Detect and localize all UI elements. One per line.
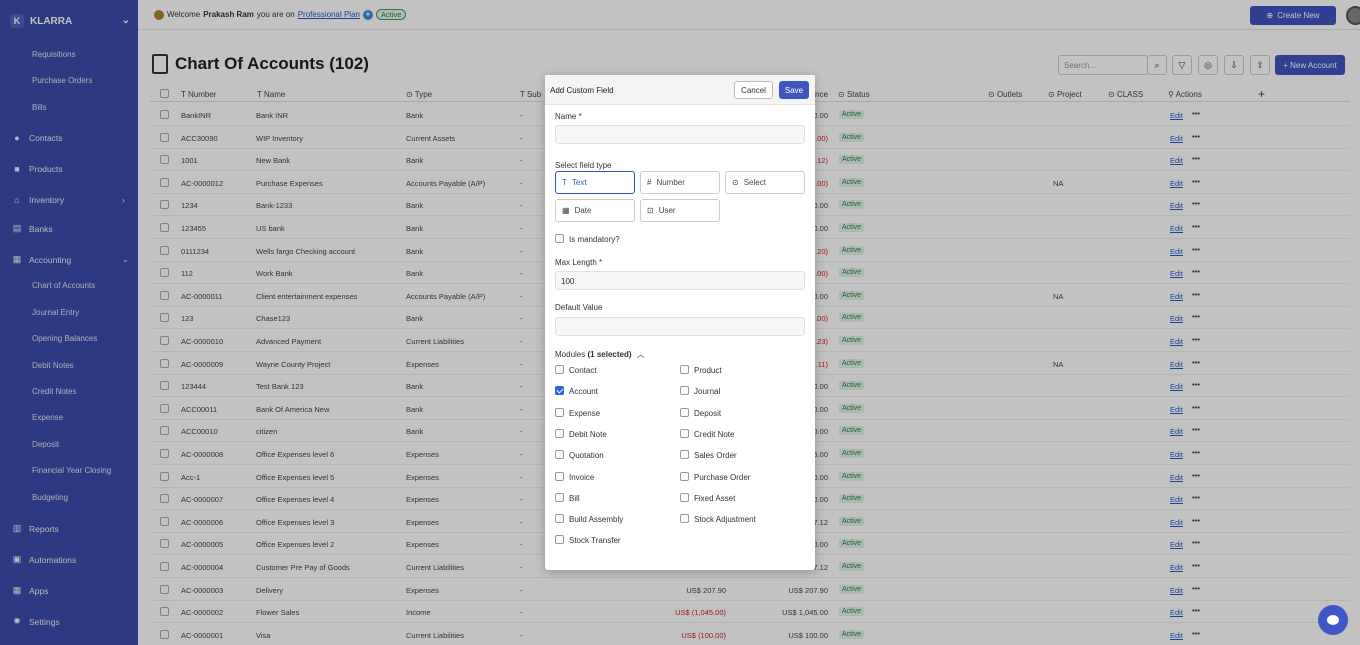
field-type-label: Text (571, 178, 587, 187)
module-label-stock-adjustment: Stock Adjustment (694, 515, 756, 525)
module-checkbox-quotation[interactable] (555, 450, 564, 460)
module-label-quotation: Quotation (569, 451, 604, 461)
chat-button[interactable] (1318, 605, 1348, 635)
field-type-text-icon: T (562, 178, 567, 187)
module-label-invoice: Invoice (569, 472, 595, 482)
module-checkbox-expense[interactable] (555, 407, 564, 417)
module-checkbox-bill[interactable] (555, 492, 564, 502)
module-checkbox-build-assembly[interactable] (555, 514, 564, 524)
module-label-fixed-asset: Fixed Asset (694, 493, 736, 503)
modal-title: Add Custom Field (550, 86, 614, 95)
module-label-journal: Journal (694, 387, 721, 397)
field-type-label: Select field type (555, 161, 612, 170)
max-length-input[interactable]: 100 (555, 271, 805, 290)
add-custom-field-modal: Add Custom Field Cancel Save Name * Sele… (545, 75, 815, 570)
max-length-label: Max Length * (555, 258, 603, 267)
module-label-deposit: Deposit (694, 408, 722, 418)
mandatory-label: Is mandatory? (569, 235, 620, 244)
field-type-label: Number (656, 178, 685, 187)
module-label-sales-order: Sales Order (694, 451, 737, 461)
field-type-user-icon: ⊡ (647, 206, 654, 215)
field-type-text[interactable]: T Text (555, 171, 635, 194)
module-label-contact: Contact (569, 366, 597, 375)
module-checkbox-debit-note[interactable] (555, 428, 564, 438)
module-checkbox-deposit[interactable] (680, 407, 689, 417)
module-checkbox-journal[interactable] (680, 386, 689, 396)
field-type-number[interactable]: # Number (640, 171, 720, 194)
module-label-build-assembly: Build Assembly (569, 515, 624, 525)
modules-label: Modules (555, 350, 586, 359)
field-type-select[interactable]: ⊙ Select (725, 171, 805, 194)
module-checkbox-stock-transfer[interactable] (555, 535, 564, 545)
module-label-account: Account (569, 387, 598, 397)
field-type-label: User (658, 206, 676, 215)
modules-count: (1 selected) (587, 350, 632, 359)
default-value-input[interactable] (555, 317, 805, 336)
module-checkbox-purchase-order[interactable] (680, 471, 689, 481)
module-checkbox-sales-order[interactable] (680, 450, 689, 460)
field-type-user[interactable]: ⊡ User (640, 199, 720, 222)
name-input[interactable] (555, 125, 805, 144)
module-label-debit-note: Debit Note (569, 429, 607, 439)
module-checkbox-account[interactable] (555, 386, 564, 396)
module-label-bill: Bill (569, 493, 580, 503)
cancel-button[interactable]: Cancel (734, 81, 773, 99)
field-type-select-icon: ⊙ (732, 178, 739, 187)
field-type-label: Select (743, 178, 766, 187)
module-checkbox-invoice[interactable] (555, 471, 564, 481)
modal-header: Add Custom Field Cancel Save (545, 75, 815, 105)
module-label-expense: Expense (569, 408, 601, 418)
module-label-credit-note: Credit Note (694, 429, 735, 439)
module-checkbox-fixed-asset[interactable] (680, 492, 689, 502)
chevron-up-icon: ︿ (636, 350, 645, 359)
default-value-label: Default Value (555, 303, 603, 312)
module-checkbox-product[interactable] (680, 365, 689, 374)
chat-bubble-icon (1327, 615, 1339, 625)
module-checkbox-contact[interactable] (555, 365, 564, 374)
save-button[interactable]: Save (779, 81, 809, 99)
field-type-number-icon: # (647, 178, 652, 187)
module-checkbox-credit-note[interactable] (680, 428, 689, 438)
module-label-product: Product (694, 366, 722, 375)
mandatory-checkbox[interactable] (555, 234, 564, 243)
field-type-label: Date (574, 206, 592, 215)
module-label-purchase-order: Purchase Order (694, 472, 751, 482)
name-label: Name * (555, 112, 582, 121)
field-type-date[interactable]: ▦ Date (555, 199, 635, 222)
module-label-stock-transfer: Stock Transfer (569, 536, 621, 546)
modules-toggle[interactable]: Modules (1 selected) ︿ (555, 349, 645, 360)
module-checkbox-stock-adjustment[interactable] (680, 514, 689, 524)
field-type-date-icon: ▦ (562, 206, 570, 215)
